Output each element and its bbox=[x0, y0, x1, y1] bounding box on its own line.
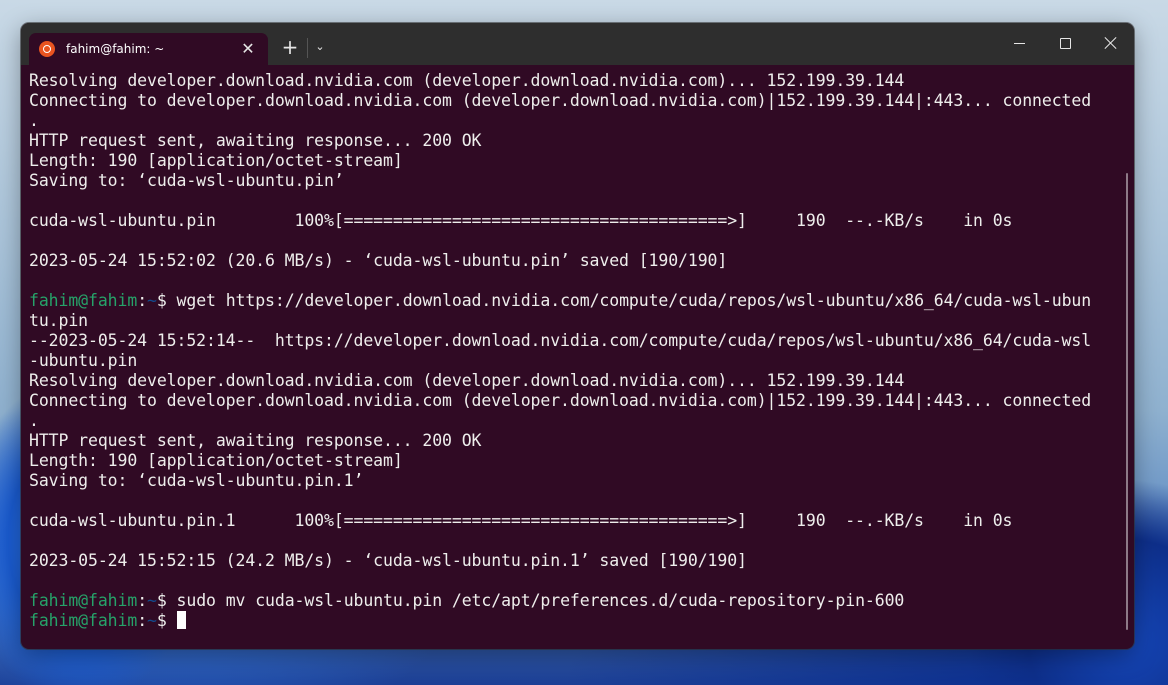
prompt-user-host: fahim@fahim bbox=[29, 611, 138, 630]
output-line: Length: 190 [application/octet-stream] bbox=[29, 451, 403, 470]
output-line: cuda-wsl-ubuntu.pin 100%[===============… bbox=[29, 211, 1013, 230]
prompt-dollar: $ bbox=[156, 611, 177, 630]
prompt-line: fahim@fahim:~$ bbox=[29, 611, 1119, 631]
new-tab-button[interactable]: + bbox=[279, 36, 301, 58]
output-line: Connecting to developer.download.nvidia.… bbox=[29, 391, 1092, 410]
prompt-colon: : bbox=[137, 611, 148, 630]
prompt-dollar: $ bbox=[156, 291, 177, 310]
minimize-icon bbox=[1013, 42, 1025, 44]
prompt-dollar: $ bbox=[156, 591, 177, 610]
output-line: tu.pin bbox=[29, 311, 89, 330]
prompt-line: fahim@fahim:~$ wget https://developer.do… bbox=[29, 291, 1119, 311]
close-window-button[interactable] bbox=[1088, 23, 1134, 63]
title-bar[interactable]: fahim@fahim: ~ ✕ + ⌄ bbox=[21, 23, 1134, 65]
close-tab-icon[interactable]: ✕ bbox=[238, 39, 258, 59]
prompt-colon: : bbox=[137, 591, 148, 610]
command-text: wget https://developer.download.nvidia.c… bbox=[176, 291, 1092, 310]
output-line: 2023-05-24 15:52:15 (24.2 MB/s) - ‘cuda-… bbox=[29, 551, 747, 570]
command-text: sudo mv cuda-wsl-ubuntu.pin /etc/apt/pre… bbox=[176, 591, 905, 610]
prompt-path: ~ bbox=[147, 291, 157, 310]
output-line: Saving to: ‘cuda-wsl-ubuntu.pin’ bbox=[29, 171, 344, 190]
close-icon bbox=[1105, 37, 1117, 49]
output-line: --2023-05-24 15:52:14-- https://develope… bbox=[29, 331, 1092, 350]
maximize-button[interactable] bbox=[1042, 23, 1088, 63]
tab-title: fahim@fahim: ~ bbox=[66, 42, 165, 56]
prompt-colon: : bbox=[137, 291, 148, 310]
text-cursor[interactable] bbox=[176, 611, 186, 629]
maximize-icon bbox=[1059, 37, 1071, 49]
prompt-path: ~ bbox=[147, 591, 157, 610]
output-line: Length: 190 [application/octet-stream] bbox=[29, 151, 403, 170]
prompt-user-host: fahim@fahim bbox=[29, 291, 138, 310]
prompt-line: fahim@fahim:~$ sudo mv cuda-wsl-ubuntu.p… bbox=[29, 591, 1119, 611]
ubuntu-logo-icon bbox=[39, 41, 55, 57]
output-line: 2023-05-24 15:52:02 (20.6 MB/s) - ‘cuda-… bbox=[29, 251, 728, 270]
output-line: -ubuntu.pin bbox=[29, 351, 138, 370]
output-line: Connecting to developer.download.nvidia.… bbox=[29, 91, 1092, 110]
tab-separator bbox=[307, 38, 308, 58]
prompt-path: ~ bbox=[147, 611, 157, 630]
terminal-output[interactable]: Resolving developer.download.nvidia.com … bbox=[29, 71, 1119, 641]
output-line: Resolving developer.download.nvidia.com … bbox=[29, 371, 905, 390]
output-line: . bbox=[29, 111, 39, 130]
minimize-button[interactable] bbox=[996, 23, 1042, 63]
tab-terminal[interactable]: fahim@fahim: ~ ✕ bbox=[29, 33, 268, 65]
chevron-down-icon[interactable]: ⌄ bbox=[310, 36, 330, 58]
output-line: cuda-wsl-ubuntu.pin.1 100%[=============… bbox=[29, 511, 1013, 530]
scrollbar[interactable] bbox=[1126, 173, 1128, 630]
terminal-window: fahim@fahim: ~ ✕ + ⌄ Resolving developer… bbox=[21, 23, 1134, 649]
prompt-user-host: fahim@fahim bbox=[29, 591, 138, 610]
output-line: HTTP request sent, awaiting response... … bbox=[29, 431, 482, 450]
output-line: . bbox=[29, 411, 39, 430]
output-line: Saving to: ‘cuda-wsl-ubuntu.pin.1’ bbox=[29, 471, 364, 490]
output-line: HTTP request sent, awaiting response... … bbox=[29, 131, 482, 150]
output-line: Resolving developer.download.nvidia.com … bbox=[29, 71, 905, 90]
